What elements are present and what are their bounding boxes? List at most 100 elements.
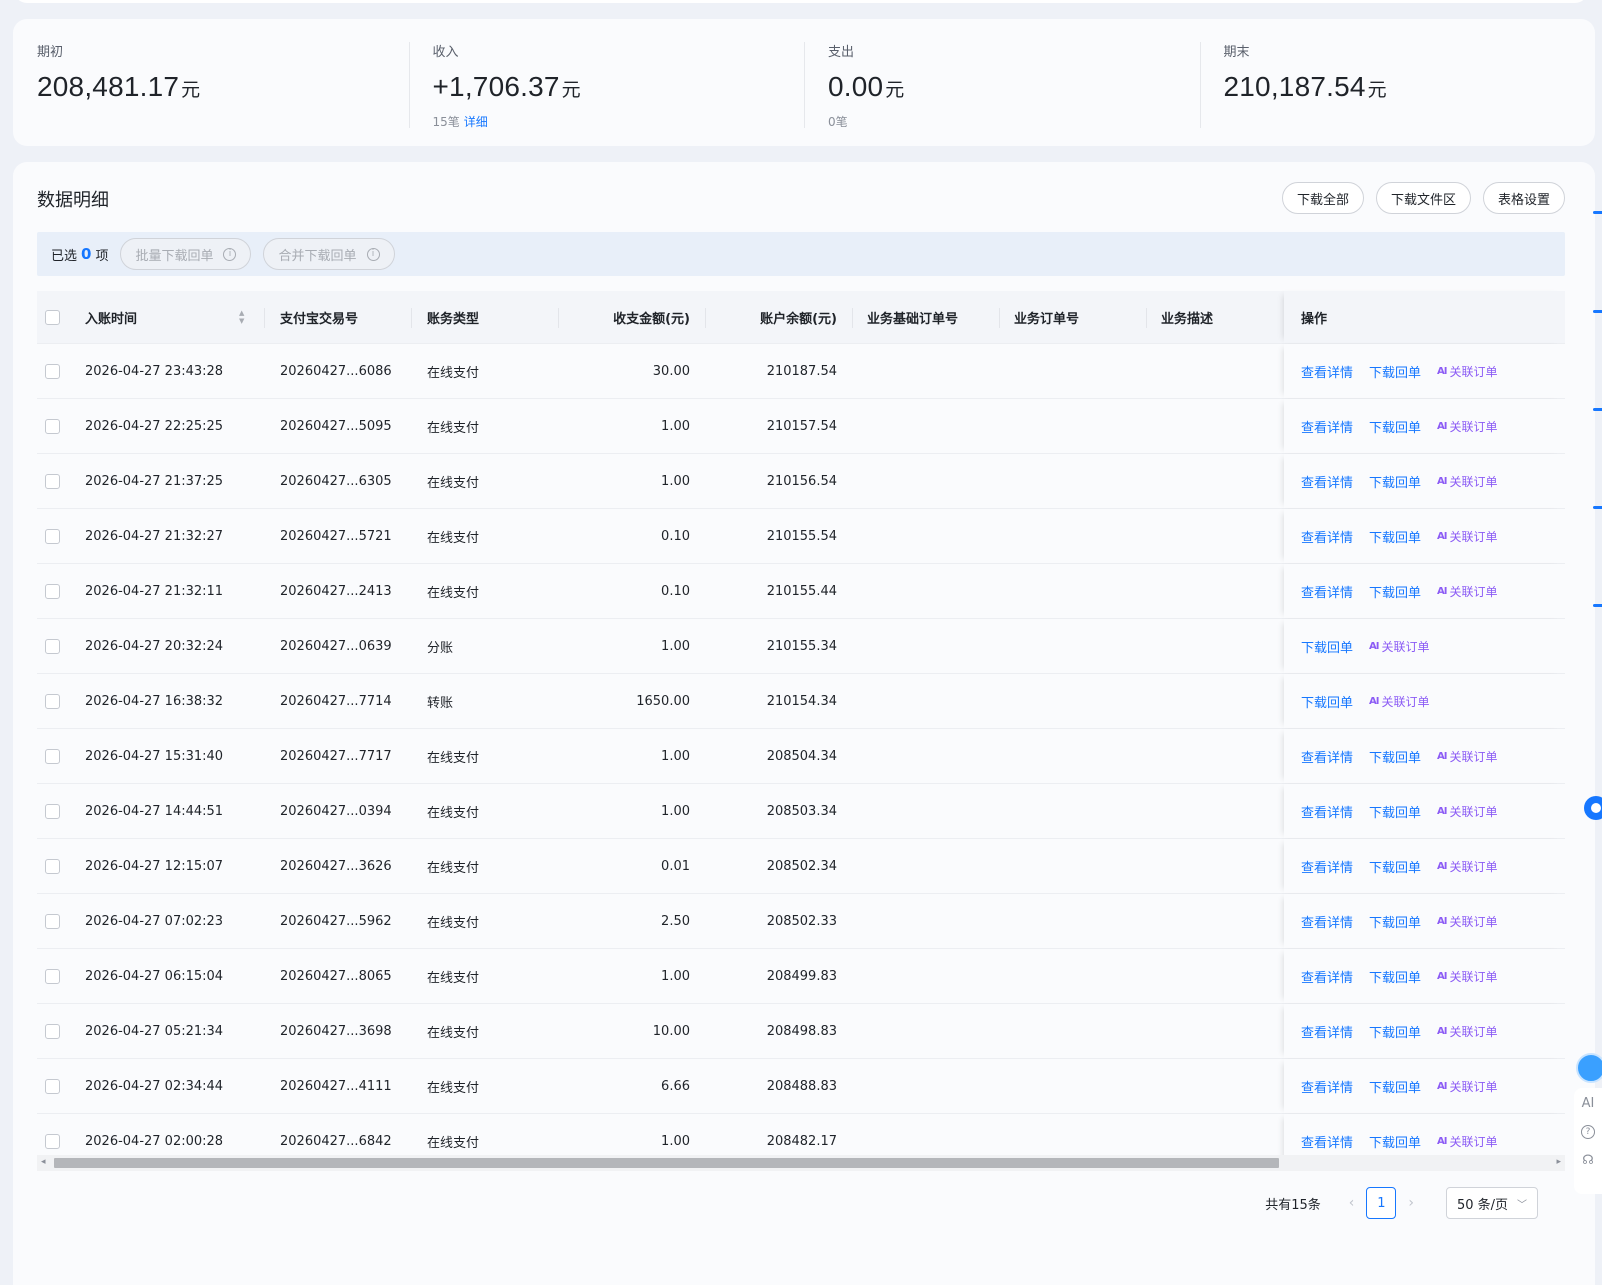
view-detail-link[interactable]: 查看详情 [1301, 417, 1353, 436]
batch-download-button[interactable]: 批量下载回单 i [120, 238, 252, 270]
page-size-select[interactable]: 50 条/页 ﹀ [1446, 1187, 1538, 1219]
view-detail-link[interactable]: 查看详情 [1301, 1132, 1353, 1151]
relate-order-link[interactable]: AI 关联订单 [1437, 418, 1497, 435]
row-checkbox[interactable] [45, 803, 60, 819]
scrollbar-thumb[interactable] [54, 1158, 1279, 1168]
download-receipt-link[interactable]: 下载回单 [1369, 857, 1421, 876]
relate-order-link[interactable]: AI 关联订单 [1437, 803, 1497, 820]
relate-order-link[interactable]: AI 关联订单 [1437, 583, 1497, 600]
summary-unit: 元 [561, 79, 581, 101]
help-icon[interactable]: ? [1581, 1125, 1595, 1139]
download-receipt-link[interactable]: 下载回单 [1301, 692, 1353, 711]
row-checkbox[interactable] [45, 1078, 60, 1094]
next-page-icon[interactable]: › [1408, 1195, 1414, 1211]
row-checkbox[interactable] [45, 968, 60, 984]
download-receipt-link[interactable]: 下载回单 [1301, 637, 1353, 656]
merge-download-button[interactable]: 合并下载回单 i [263, 238, 395, 270]
relate-order-label: 关联订单 [1381, 694, 1430, 709]
headset-icon[interactable]: ☊ [1582, 1153, 1594, 1168]
row-checkbox[interactable] [45, 583, 60, 599]
cell-time: 2026-04-27 21:32:27 [85, 528, 224, 544]
cell-amount: 6.66 [661, 1078, 690, 1094]
relate-order-link[interactable]: AI 关联订单 [1437, 1133, 1497, 1150]
page-button[interactable]: 1 [1366, 1187, 1397, 1219]
download-all-button[interactable]: 下载全部 [1281, 182, 1364, 214]
download-receipt-link[interactable]: 下载回单 [1369, 527, 1421, 546]
ai-tool-icon[interactable]: AI [1582, 1096, 1595, 1111]
col-time[interactable]: 入账时间 ▲ ▼ [85, 291, 244, 343]
cell-trade-no: 20260427...0639 [280, 638, 392, 654]
ai-icon: AI [1437, 1135, 1448, 1147]
row-checkbox[interactable] [45, 1023, 60, 1039]
relate-order-link[interactable]: AI 关联订单 [1437, 363, 1497, 380]
info-icon[interactable]: i [223, 247, 237, 261]
view-detail-link[interactable]: 查看详情 [1301, 747, 1353, 766]
edge-marker [1593, 211, 1602, 214]
row-checkbox[interactable] [45, 638, 60, 654]
download-receipt-link[interactable]: 下载回单 [1369, 1022, 1421, 1041]
view-detail-link[interactable]: 查看详情 [1301, 472, 1353, 491]
download-files-button[interactable]: 下载文件区 [1375, 182, 1471, 214]
download-receipt-link[interactable]: 下载回单 [1369, 912, 1421, 931]
download-receipt-link[interactable]: 下载回单 [1369, 747, 1421, 766]
relate-order-link[interactable]: AI 关联订单 [1437, 748, 1497, 765]
cell-trade-no: 20260427...8065 [280, 968, 392, 984]
scroll-left-icon[interactable]: ◂ [41, 1157, 46, 1167]
select-all-checkbox[interactable] [45, 309, 60, 325]
view-detail-link[interactable]: 查看详情 [1301, 1077, 1353, 1096]
download-receipt-link[interactable]: 下载回单 [1369, 802, 1421, 821]
view-detail-link[interactable]: 查看详情 [1301, 582, 1353, 601]
scroll-right-icon[interactable]: ▸ [1556, 1157, 1561, 1167]
sort-icon[interactable]: ▲ ▼ [239, 310, 244, 325]
relate-order-link[interactable]: AI 关联订单 [1437, 473, 1497, 490]
view-detail-link[interactable]: 查看详情 [1301, 802, 1353, 821]
floating-assistant-icon[interactable] [1584, 796, 1602, 820]
row-checkbox[interactable] [45, 913, 60, 929]
row-checkbox[interactable] [45, 748, 60, 764]
cell-balance: 208488.83 [766, 1078, 837, 1094]
row-checkbox[interactable] [45, 693, 60, 709]
view-detail-link[interactable]: 查看详情 [1301, 527, 1353, 546]
download-receipt-link[interactable]: 下载回单 [1369, 967, 1421, 986]
download-receipt-link[interactable]: 下载回单 [1369, 362, 1421, 381]
ai-icon: AI [1437, 915, 1448, 927]
relate-order-link[interactable]: AI 关联订单 [1369, 638, 1429, 655]
row-checkbox[interactable] [45, 363, 60, 379]
relate-order-link[interactable]: AI 关联订单 [1369, 693, 1429, 710]
row-checkbox[interactable] [45, 858, 60, 874]
col-base-order: 业务基础订单号 [867, 311, 959, 327]
view-detail-link[interactable]: 查看详情 [1301, 857, 1353, 876]
view-detail-link[interactable]: 查看详情 [1301, 912, 1353, 931]
relate-order-link[interactable]: AI 关联订单 [1437, 968, 1497, 985]
cell-balance: 210155.44 [766, 583, 837, 599]
table-settings-button[interactable]: 表格设置 [1482, 182, 1565, 214]
income-detail-link[interactable]: 详细 [464, 115, 488, 129]
relate-order-link[interactable]: AI 关联订单 [1437, 913, 1497, 930]
view-detail-link[interactable]: 查看详情 [1301, 967, 1353, 986]
relate-order-link[interactable]: AI 关联订单 [1437, 1023, 1497, 1040]
download-receipt-link[interactable]: 下载回单 [1369, 1077, 1421, 1096]
relate-order-link[interactable]: AI 关联订单 [1437, 858, 1497, 875]
row-checkbox[interactable] [45, 1133, 60, 1149]
cell-type: 在线支付 [427, 970, 480, 986]
cell-ops: 查看详情 下载回单 AI 关联订单 [1301, 1059, 1514, 1113]
download-receipt-link[interactable]: 下载回单 [1369, 417, 1421, 436]
view-detail-link[interactable]: 查看详情 [1301, 362, 1353, 381]
info-icon[interactable]: i [366, 247, 380, 261]
view-detail-link[interactable]: 查看详情 [1301, 1022, 1353, 1041]
cell-balance: 208504.34 [766, 748, 837, 764]
download-receipt-link[interactable]: 下载回单 [1369, 1132, 1421, 1151]
relate-order-link[interactable]: AI 关联订单 [1437, 528, 1497, 545]
download-receipt-link[interactable]: 下载回单 [1369, 582, 1421, 601]
download-receipt-link[interactable]: 下载回单 [1369, 472, 1421, 491]
horizontal-scrollbar[interactable]: ◂ ▸ [37, 1155, 1565, 1171]
cell-time: 2026-04-27 21:32:11 [85, 583, 224, 599]
row-checkbox[interactable] [45, 418, 60, 434]
cell-type: 在线支付 [427, 805, 480, 821]
relate-order-link[interactable]: AI 关联订单 [1437, 1078, 1497, 1095]
table-row: 2026-04-27 20:32:24 20260427...0639 分账 1.00… [37, 619, 1565, 674]
row-checkbox[interactable] [45, 528, 60, 544]
row-checkbox[interactable] [45, 473, 60, 489]
prev-page-icon[interactable]: ‹ [1349, 1195, 1355, 1211]
robot-assistant-icon[interactable] [1576, 1053, 1602, 1083]
